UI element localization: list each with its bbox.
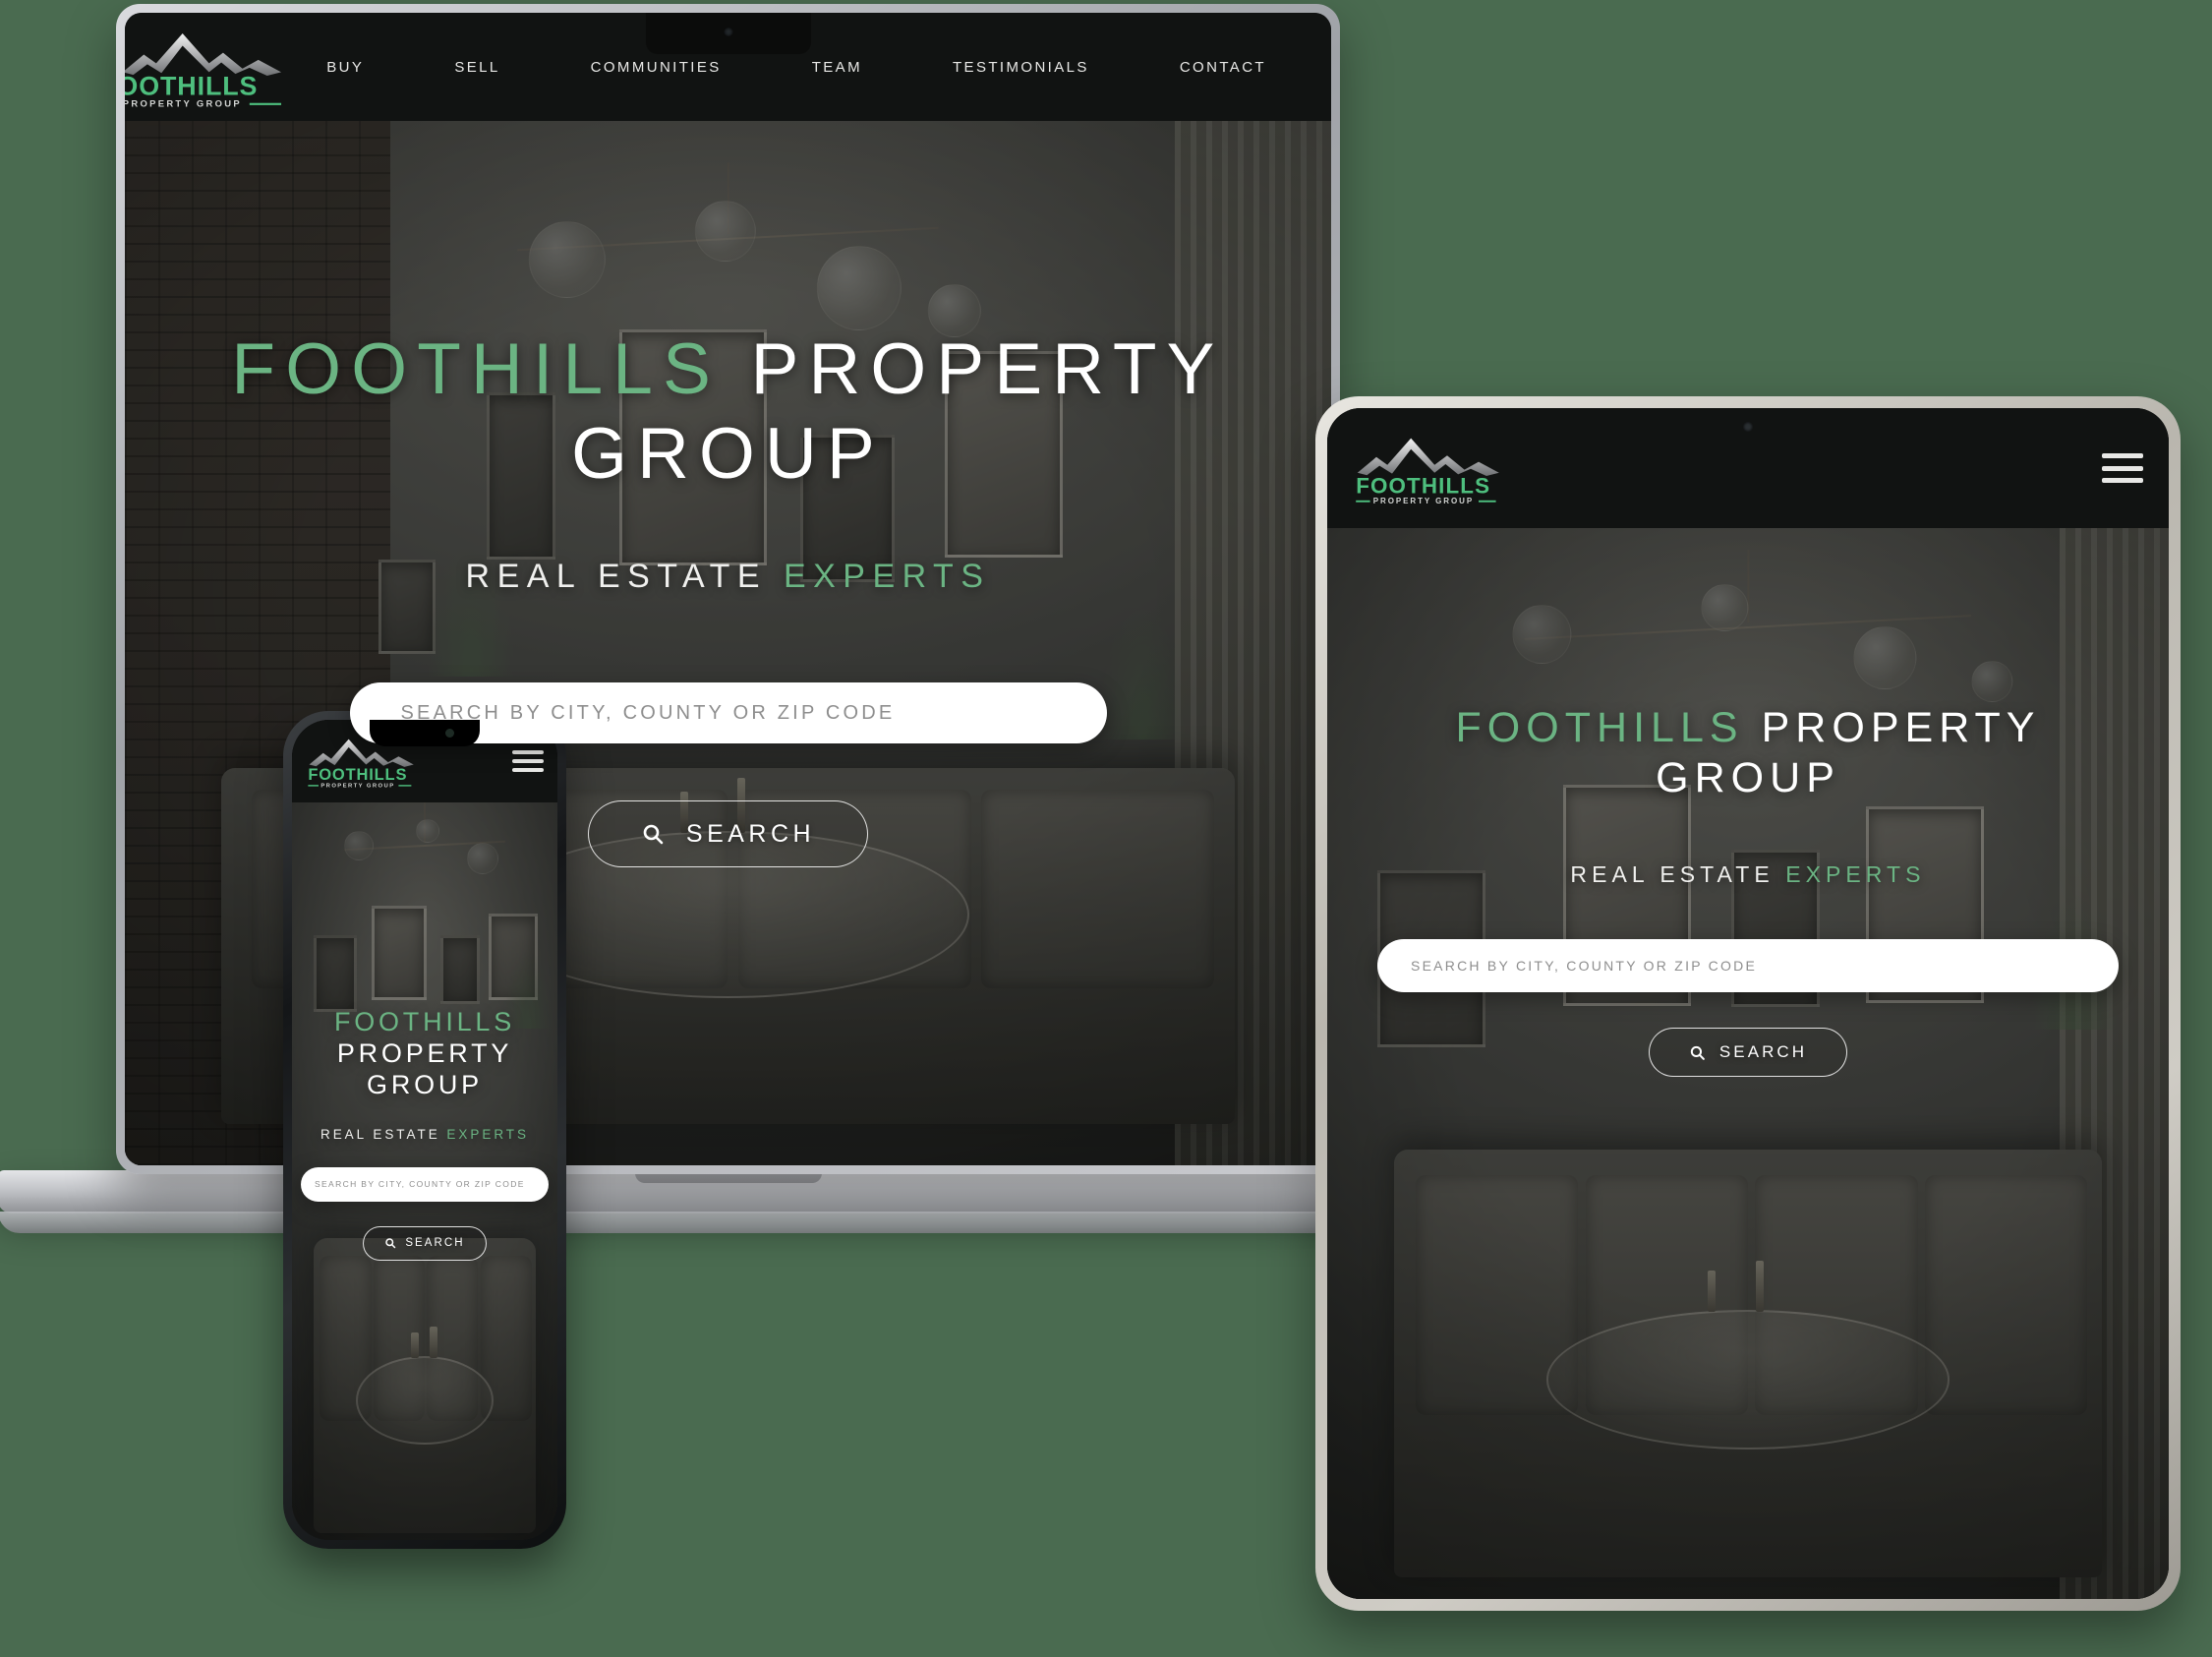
hero-subtitle-white: REAL ESTATE: [465, 558, 768, 596]
nav-item-contact[interactable]: CONTACT: [1180, 59, 1266, 76]
hero-subtitle-white: REAL ESTATE: [320, 1126, 440, 1142]
search-input-placeholder: SEARCH BY CITY, COUNTY OR ZIP CODE: [1411, 958, 1758, 975]
magnifier-icon: [1690, 1045, 1705, 1060]
magnifier-icon: [643, 824, 664, 845]
hero-title-accent: FOOTHILLS: [333, 1007, 516, 1036]
search-button[interactable]: SEARCH: [363, 1225, 487, 1261]
brand-logo[interactable]: FOOTHILLS PROPERTY GROUP: [1353, 429, 1510, 507]
nav-item-team[interactable]: TEAM: [812, 59, 862, 76]
hero-subtitle: REAL ESTATE EXPERTS: [1327, 861, 2169, 888]
laptop-base: [0, 1170, 1458, 1213]
hamburger-icon[interactable]: [2102, 453, 2143, 483]
search-input[interactable]: SEARCH BY CITY, COUNTY OR ZIP CODE: [1377, 939, 2119, 993]
brand-logo[interactable]: OOTHILLS PROPERTY GROUP: [125, 25, 294, 109]
hero-title-accent: FOOTHILLS: [231, 329, 722, 409]
hero-subtitle-accent: EXPERTS: [783, 558, 991, 596]
hero-subtitle-white: REAL ESTATE: [1570, 861, 1775, 888]
hero-title-accent: FOOTHILLS: [1455, 704, 1744, 751]
nav-item-testimonials[interactable]: TESTIMONIALS: [953, 59, 1089, 76]
camera-icon: [724, 28, 732, 36]
main-navigation: BUY SELL COMMUNITIES TEAM TESTIMONIALS C…: [326, 59, 1302, 76]
nav-item-communities[interactable]: COMMUNITIES: [591, 59, 722, 76]
mockup-stage: OOTHILLS PROPERTY GROUP BUY SELL COMMUNI…: [0, 0, 2212, 1657]
search-input-placeholder: SEARCH BY CITY, COUNTY OR ZIP CODE: [315, 1179, 525, 1190]
svg-text:PROPERTY GROUP: PROPERTY GROUP: [1373, 497, 1474, 505]
search-button-label: SEARCH: [685, 819, 816, 848]
search-button[interactable]: SEARCH: [588, 800, 868, 868]
tablet-bezel: FOOTHILLS PROPERTY GROUP FOOTHILLS PROPE…: [1327, 408, 2169, 1599]
hero-subtitle: REAL ESTATE EXPERTS: [125, 558, 1331, 596]
logo-wordmark: OOTHILLS: [125, 72, 258, 101]
camera-icon: [1743, 422, 1753, 432]
search-input[interactable]: SEARCH BY CITY, COUNTY OR ZIP CODE: [301, 1166, 549, 1202]
hero-title: FOOTHILLS PROPERTY GROUP: [292, 1007, 557, 1101]
hero-title-line1: PROPERTY: [1761, 704, 2041, 751]
tablet-screen: FOOTHILLS PROPERTY GROUP FOOTHILLS PROPE…: [1327, 408, 2169, 1599]
hero-title-line2: GROUP: [1656, 753, 1840, 801]
hero-subtitle-accent: EXPERTS: [446, 1126, 529, 1142]
camera-icon: [445, 729, 454, 738]
hero-title: FOOTHILLS PROPERTY GROUP: [125, 327, 1331, 497]
search-button-label: SEARCH: [405, 1237, 465, 1250]
search-button-label: SEARCH: [1718, 1042, 1808, 1062]
logo-wordmark: FOOTHILLS: [1356, 474, 1490, 499]
magnifier-icon: [385, 1238, 396, 1249]
hero-title-rest: PROPERTY GROUP: [336, 1037, 513, 1099]
laptop-camera-notch: [645, 13, 811, 54]
tablet-mockup: FOOTHILLS PROPERTY GROUP FOOTHILLS PROPE…: [1315, 396, 2181, 1611]
tablet-body: FOOTHILLS PROPERTY GROUP FOOTHILLS PROPE…: [1315, 396, 2181, 1611]
search-button[interactable]: SEARCH: [1649, 1028, 1847, 1078]
hero-subtitle: REAL ESTATE EXPERTS: [292, 1127, 557, 1142]
laptop-foot: [0, 1212, 1458, 1233]
hero-title: FOOTHILLS PROPERTY GROUP: [1327, 703, 2169, 802]
hero-subtitle-accent: EXPERTS: [1785, 861, 1926, 888]
phone-camera-notch: [370, 720, 480, 746]
nav-item-sell[interactable]: SELL: [454, 59, 499, 76]
svg-text:PROPERTY GROUP: PROPERTY GROUP: [125, 97, 242, 108]
nav-item-buy[interactable]: BUY: [326, 59, 364, 76]
